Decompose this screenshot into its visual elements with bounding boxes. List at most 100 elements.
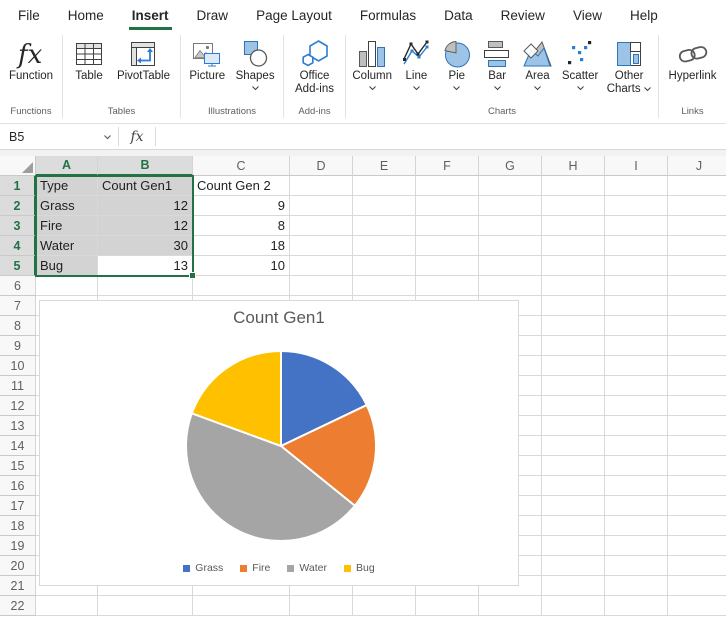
cell-C3[interactable]: 8 [193, 216, 290, 236]
row-header-15[interactable]: 15 [0, 456, 36, 476]
cell-C4[interactable]: 18 [193, 236, 290, 256]
ribbon-button-office-add-ins[interactable]: OfficeAdd-ins [293, 36, 336, 98]
menu-tab-review[interactable]: Review [501, 0, 545, 30]
row-header-22[interactable]: 22 [0, 596, 36, 616]
hyperlink-icon [677, 38, 709, 70]
row-header-19[interactable]: 19 [0, 536, 36, 556]
row-header-5[interactable]: 5 [0, 256, 36, 276]
row-header-17[interactable]: 17 [0, 496, 36, 516]
cell-B1[interactable]: Count Gen1 [98, 176, 193, 196]
cell-A4[interactable]: Water [36, 236, 98, 256]
legend-item-fire[interactable]: Fire [240, 562, 270, 574]
cell-A3[interactable]: Fire [36, 216, 98, 236]
cell-C2[interactable]: 9 [193, 196, 290, 216]
ribbon-button-pivottable[interactable]: PivotTable [115, 36, 172, 85]
row-header-16[interactable]: 16 [0, 476, 36, 496]
ribbon-button-bar[interactable]: Bar [479, 36, 515, 93]
row-header-14[interactable]: 14 [0, 436, 36, 456]
row-header-6[interactable]: 6 [0, 276, 36, 296]
column-header-G[interactable]: G [479, 156, 542, 176]
chevron-down-icon[interactable] [412, 85, 421, 91]
legend-item-water[interactable]: Water [287, 562, 327, 574]
menu-tab-help[interactable]: Help [630, 0, 658, 30]
ribbon-button-hyperlink[interactable]: Hyperlink [667, 36, 719, 85]
cell-A1[interactable]: Type [36, 176, 98, 196]
chevron-down-icon[interactable] [576, 85, 585, 91]
column-header-E[interactable]: E [353, 156, 416, 176]
column-header-J[interactable]: J [668, 156, 726, 176]
row-header-3[interactable]: 3 [0, 216, 36, 236]
row-header-4[interactable]: 4 [0, 236, 36, 256]
row-header-12[interactable]: 12 [0, 396, 36, 416]
menu-tab-home[interactable]: Home [68, 0, 104, 30]
cell-C5[interactable]: 10 [193, 256, 290, 276]
row-header-8[interactable]: 8 [0, 316, 36, 336]
chevron-down-icon[interactable] [368, 85, 377, 91]
spreadsheet[interactable]: ABCDEFGHIJ123456789101112131415161718192… [0, 156, 726, 617]
ribbon-button-function[interactable]: fxFunction [7, 36, 55, 85]
column-header-C[interactable]: C [193, 156, 290, 176]
legend-item-grass[interactable]: Grass [183, 562, 223, 574]
select-all-corner[interactable] [0, 156, 36, 176]
ribbon-button-line[interactable]: Line [398, 36, 434, 93]
scatter-chart-icon [564, 38, 596, 70]
row-header-20[interactable]: 20 [0, 556, 36, 576]
chevron-down-icon[interactable] [251, 85, 260, 91]
row-header-1[interactable]: 1 [0, 176, 36, 196]
chevron-down-icon[interactable] [452, 85, 461, 91]
ribbon-button-shapes[interactable]: Shapes [234, 36, 277, 93]
column-header-H[interactable]: H [542, 156, 605, 176]
row-header-21[interactable]: 21 [0, 576, 36, 596]
menu-tab-insert[interactable]: Insert [132, 0, 169, 30]
ribbon-button-other-charts[interactable]: OtherCharts [605, 36, 654, 98]
ribbon-button-column[interactable]: Column [350, 36, 394, 93]
embedded-chart[interactable]: Count Gen1 Grass Fire Water Bug [39, 300, 519, 586]
column-header-B[interactable]: B [98, 156, 193, 176]
cell-B5[interactable]: 13 [98, 256, 193, 276]
ribbon-button-pie[interactable]: Pie [439, 36, 475, 93]
insert-function-button[interactable]: fx [119, 124, 155, 149]
ribbon-button-table[interactable]: Table [71, 36, 107, 85]
row-header-11[interactable]: 11 [0, 376, 36, 396]
row-header-13[interactable]: 13 [0, 416, 36, 436]
column-header-I[interactable]: I [605, 156, 668, 176]
row-header-7[interactable]: 7 [0, 296, 36, 316]
ribbon-button-label: Area [525, 70, 549, 83]
chevron-down-icon[interactable] [643, 86, 652, 92]
ribbon-button-area[interactable]: Area [520, 36, 556, 93]
menu-tab-formulas[interactable]: Formulas [360, 0, 416, 30]
menu-tab-draw[interactable]: Draw [197, 0, 229, 30]
ribbon-group-charts: ColumnLinePieBarAreaScatterOtherChartsCh… [346, 30, 658, 123]
legend-label: Fire [252, 562, 270, 574]
cell-A5[interactable]: Bug [36, 256, 98, 276]
row-header-18[interactable]: 18 [0, 516, 36, 536]
menu-tab-page-layout[interactable]: Page Layout [256, 0, 332, 30]
name-box[interactable]: B5 [0, 124, 118, 149]
legend-item-bug[interactable]: Bug [344, 562, 375, 574]
chevron-down-icon[interactable] [533, 85, 542, 91]
row-header-2[interactable]: 2 [0, 196, 36, 216]
chevron-down-icon[interactable] [493, 85, 502, 91]
cell-C1[interactable]: Count Gen 2 [193, 176, 290, 196]
gridline-horizontal [36, 295, 726, 296]
column-header-F[interactable]: F [416, 156, 479, 176]
cell-B4[interactable]: 30 [98, 236, 193, 256]
ribbon-button-scatter[interactable]: Scatter [560, 36, 600, 93]
ribbon-group-buttons-tables: TablePivotTable [63, 30, 180, 105]
menu-tab-data[interactable]: Data [444, 0, 473, 30]
formula-input[interactable] [156, 124, 726, 149]
menu-tab-view[interactable]: View [573, 0, 602, 30]
column-header-A[interactable]: A [36, 156, 98, 176]
row-header-9[interactable]: 9 [0, 336, 36, 356]
fill-handle[interactable] [189, 272, 196, 279]
cell-B2[interactable]: 12 [98, 196, 193, 216]
name-box-dropdown-icon[interactable] [103, 134, 112, 140]
name-box-value: B5 [9, 130, 24, 144]
menu-tab-file[interactable]: File [18, 0, 40, 30]
row-header-10[interactable]: 10 [0, 356, 36, 376]
chart-title[interactable]: Count Gen1 [40, 308, 518, 328]
cell-B3[interactable]: 12 [98, 216, 193, 236]
ribbon-button-picture[interactable]: Picture [187, 36, 227, 85]
cell-A2[interactable]: Grass [36, 196, 98, 216]
column-header-D[interactable]: D [290, 156, 353, 176]
